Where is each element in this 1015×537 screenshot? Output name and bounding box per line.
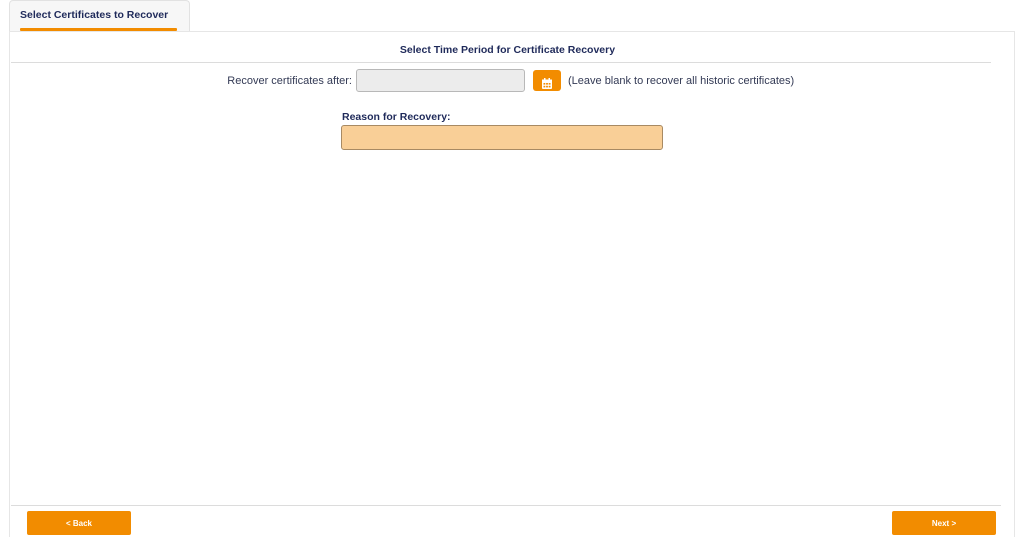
footer-divider	[11, 505, 1001, 506]
recover-after-date-input[interactable]	[356, 69, 525, 92]
calendar-icon	[542, 77, 552, 89]
reason-label: Reason for Recovery:	[342, 111, 451, 123]
section-title: Select Time Period for Certificate Recov…	[399, 44, 616, 56]
tab-select-certificates[interactable]: Select Certificates to Recover	[9, 0, 190, 31]
recover-after-hint: (Leave blank to recover all historic cer…	[568, 75, 795, 87]
section-divider	[11, 62, 991, 63]
tab-label: Select Certificates to Recover	[20, 9, 169, 21]
next-button[interactable]: Next >	[892, 511, 996, 535]
recover-after-label: Recover certificates after:	[227, 75, 352, 87]
calendar-button[interactable]	[533, 70, 561, 91]
reason-input[interactable]	[341, 125, 663, 150]
content-panel	[9, 31, 1015, 537]
back-button[interactable]: < Back	[27, 511, 131, 535]
